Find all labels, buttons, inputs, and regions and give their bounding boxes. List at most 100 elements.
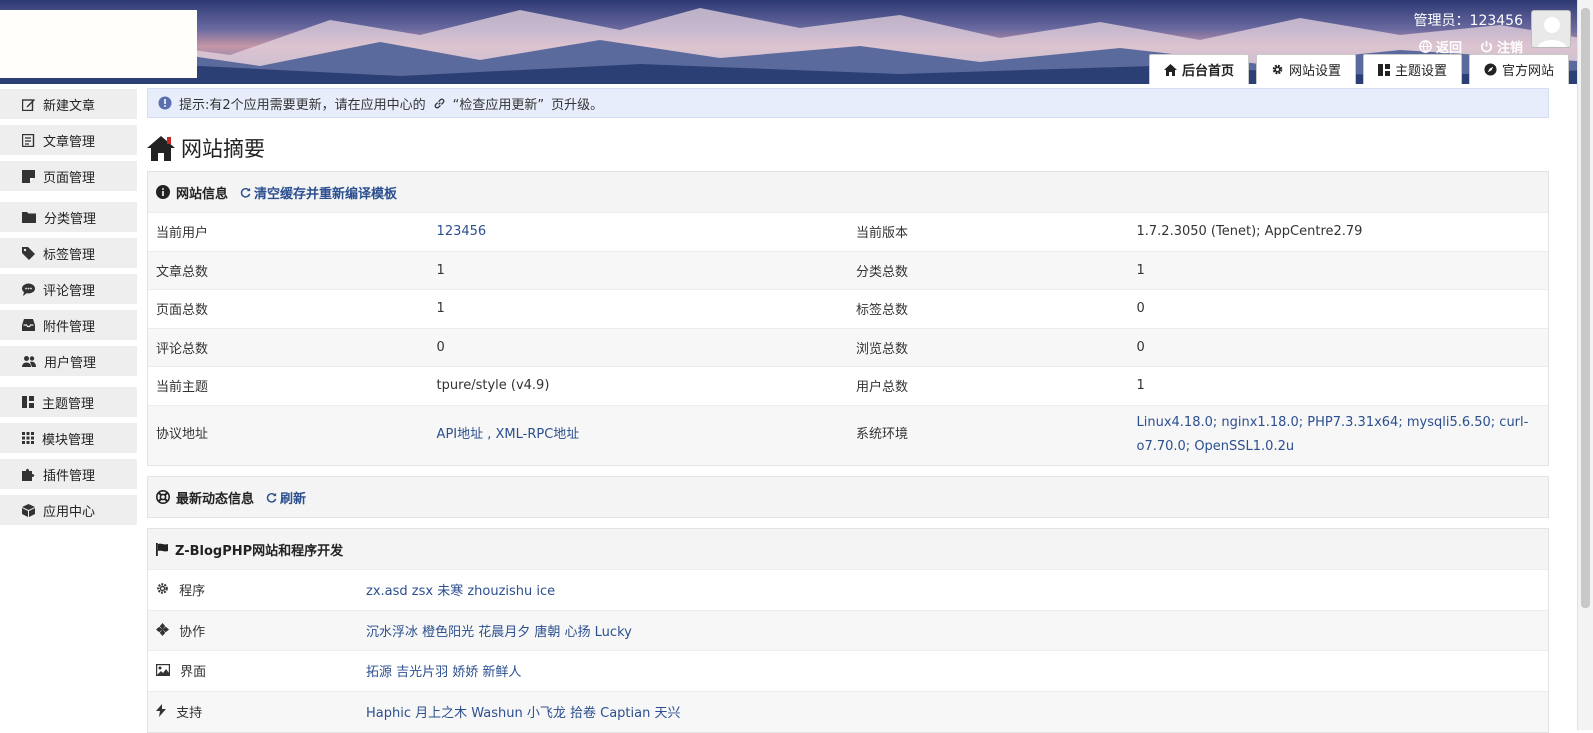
- dev-label-cell: 界面: [148, 650, 358, 691]
- folder-icon: [22, 212, 36, 223]
- sidebar-item-themes[interactable]: 主题管理: [0, 387, 137, 417]
- sidebar-item-new-article[interactable]: 新建文章: [0, 89, 137, 119]
- link-icon: [434, 98, 445, 108]
- page-scrollbar[interactable]: [1577, 0, 1593, 730]
- refresh-label: 刷新: [280, 491, 307, 507]
- inbox-icon: [22, 319, 35, 331]
- check-updates-link[interactable]: “检查应用更新”: [453, 94, 544, 113]
- info-label: 当前版本: [847, 212, 1129, 251]
- power-icon: [1481, 40, 1492, 53]
- table-row: 界面 拓源 吉光片羽 娇娇 新鲜人: [148, 650, 1548, 691]
- user-avatar-icon: [1537, 17, 1567, 47]
- grid-icon: [22, 432, 34, 444]
- table-row: 页面总数 1 标签总数 0: [148, 289, 1548, 328]
- sidebar-item-label: 附件管理: [43, 319, 96, 335]
- dev-label-cell: 程序: [148, 569, 358, 610]
- site-logo[interactable]: [0, 10, 197, 78]
- developers-table: 程序 zx.asd zsx 未寒 zhouzishu ice 协作 沉水浮冰 橙…: [148, 569, 1548, 732]
- refresh-icon: [266, 492, 277, 503]
- users-icon: [22, 356, 36, 367]
- admin-username: 管理员：123456: [1413, 13, 1523, 29]
- dev-label: 界面: [180, 665, 207, 681]
- info-label: 分类总数: [847, 250, 1129, 290]
- info-circle-icon: [156, 185, 170, 199]
- refresh-button[interactable]: 刷新: [266, 488, 306, 507]
- main-content: 提示:有2个应用需要更新，请在应用中心的 “检查应用更新” 页升级。 网站摘要 …: [147, 88, 1549, 733]
- table-row: 评论总数 0 浏览总数 0: [148, 327, 1548, 367]
- protocol-links[interactable]: API地址 , XML-RPC地址: [428, 404, 848, 465]
- tab-admin-home[interactable]: 后台首页: [1148, 54, 1249, 84]
- home-icon: [1163, 63, 1177, 76]
- sidebar-item-label: 用户管理: [44, 355, 97, 371]
- tab-theme-settings[interactable]: 主题设置: [1362, 54, 1462, 84]
- gear-icon: [1272, 64, 1283, 75]
- comment-icon: [22, 283, 35, 296]
- table-row: 程序 zx.asd zsx 未寒 zhouzishu ice: [148, 569, 1548, 610]
- info-label: 评论总数: [148, 327, 429, 367]
- globe-icon: [1419, 40, 1432, 53]
- sidebar-item-label: 主题管理: [42, 396, 95, 412]
- dev-label-cell: 协作: [148, 609, 358, 651]
- sidebar-item-articles[interactable]: 文章管理: [0, 125, 137, 155]
- sidebar-item-modules[interactable]: 模块管理: [0, 423, 137, 453]
- sidebar-item-label: 新建文章: [43, 98, 96, 114]
- news-header: 最新动态信息 刷新: [148, 477, 1548, 517]
- page-icon: [22, 169, 35, 183]
- notice-text: 提示:有2个应用需要更新，请在应用中心的: [179, 97, 426, 113]
- clear-cache-button[interactable]: 清空缓存并重新编译模板: [240, 183, 397, 202]
- tab-site-settings[interactable]: 网站设置: [1255, 54, 1356, 84]
- sidebar-item-label: 评论管理: [43, 283, 96, 299]
- info-value: 1: [1128, 250, 1548, 290]
- edit-icon: [22, 98, 35, 111]
- info-value: 0: [1128, 327, 1548, 367]
- info-label: 文章总数: [148, 250, 429, 290]
- top-nav: 后台首页 网站设置 主题设置 官方网站: [1148, 54, 1569, 84]
- current-user-link[interactable]: 123456: [428, 212, 848, 251]
- update-notice: 提示:有2个应用需要更新，请在应用中心的 “检查应用更新” 页升级。: [147, 88, 1549, 118]
- site-info-title: 网站信息: [176, 186, 229, 202]
- news-title: 最新动态信息: [176, 491, 255, 507]
- dev-value[interactable]: 沉水浮冰 橙色阳光 花晨月夕 唐朝 心扬 Lucky: [358, 609, 1548, 651]
- header-banner: 管理员：123456 返回 注销 后台首页 网站设置 主题设置 官方网站: [0, 0, 1593, 84]
- info-icon: [158, 96, 172, 110]
- sidebar-item-users[interactable]: 用户管理: [0, 346, 137, 376]
- sidebar-item-app-center[interactable]: 应用中心: [0, 495, 137, 525]
- sidebar-item-pages[interactable]: 页面管理: [0, 161, 137, 191]
- scrollbar-thumb[interactable]: [1581, 8, 1590, 608]
- life-ring-icon: [156, 490, 170, 504]
- dev-label: 支持: [176, 706, 203, 721]
- sidebar-item-label: 分类管理: [44, 211, 97, 227]
- avatar[interactable]: [1531, 10, 1571, 48]
- tab-official-site[interactable]: 官方网站: [1468, 54, 1569, 84]
- system-env-value: Linux4.18.0; nginx1.18.0; PHP7.3.31x64; …: [1128, 404, 1548, 465]
- sidebar-item-plugins[interactable]: 插件管理: [0, 459, 137, 489]
- table-row: 文章总数 1 分类总数 1: [148, 250, 1548, 290]
- site-info-header: 网站信息 清空缓存并重新编译模板: [148, 172, 1548, 212]
- image-icon: [156, 664, 170, 677]
- info-value: 0: [428, 327, 848, 367]
- dev-value[interactable]: Haphic 月上之木 Washun 小飞龙 拾卷 Captian 天兴: [358, 690, 1548, 732]
- dev-label: 程序: [179, 584, 206, 600]
- flag-icon: [156, 542, 168, 556]
- dev-value[interactable]: zx.asd zsx 未寒 zhouzishu ice: [358, 569, 1548, 610]
- sidebar-item-label: 标签管理: [43, 247, 96, 263]
- sidebar-item-tags[interactable]: 标签管理: [0, 238, 137, 268]
- tag-icon: [22, 246, 35, 260]
- box-icon: [22, 503, 35, 517]
- sidebar-item-comments[interactable]: 评论管理: [0, 274, 137, 304]
- news-panel: 最新动态信息 刷新: [147, 476, 1549, 518]
- developers-header: Z-BlogPHP网站和程序开发: [148, 529, 1548, 569]
- clear-cache-label: 清空缓存并重新编译模板: [254, 186, 398, 202]
- table-row: 当前用户 123456 当前版本 1.7.2.3050 (Tenet); App…: [148, 212, 1548, 251]
- page-title-text: 网站摘要: [181, 137, 265, 161]
- table-row: 当前主题 tpure/style (v4.9) 用户总数 1: [148, 366, 1548, 405]
- tab-label: 网站设置: [1288, 64, 1341, 79]
- sidebar-item-attachments[interactable]: 附件管理: [0, 310, 137, 340]
- dev-label: 协作: [179, 624, 206, 640]
- sidebar-item-label: 页面管理: [43, 170, 96, 186]
- dev-value[interactable]: 拓源 吉光片羽 娇娇 新鲜人: [358, 650, 1548, 691]
- sidebar-item-categories[interactable]: 分类管理: [0, 202, 137, 232]
- settings-icon: [156, 582, 169, 595]
- info-label: 协议地址: [148, 404, 429, 465]
- info-label: 标签总数: [847, 289, 1129, 328]
